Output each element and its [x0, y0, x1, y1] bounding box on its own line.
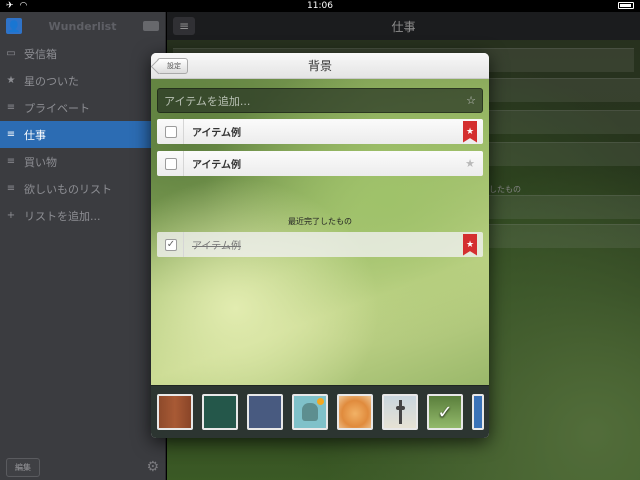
sidebar-item-wishlist[interactable]: ≡ 欲しいものリスト	[0, 175, 165, 202]
avatar[interactable]: 👤	[6, 18, 22, 34]
theme-wood[interactable]	[157, 394, 193, 430]
sidebar-item-label: 欲しいものリスト	[24, 182, 112, 196]
sidebar-list: ▭ 受信箱 ★ 星のついた ≡ プライベート ≡ 仕事 ≡ 買い物 ≡ 欲しいも…	[0, 40, 165, 229]
sidebar-item-work[interactable]: ≡ 仕事	[0, 121, 165, 148]
star-ribbon-icon[interactable]: ★	[463, 233, 477, 256]
sidebar-item-private[interactable]: ≡ プライベート	[0, 94, 165, 121]
star-ribbon-icon[interactable]: ★	[463, 120, 477, 143]
task-label: アイテム例	[192, 128, 241, 139]
checkmark-icon: ✓	[437, 401, 453, 423]
inbox-icon: ▭	[6, 48, 16, 59]
plus-icon: +	[6, 210, 16, 221]
sidebar: 👤 Wunderlist ▭ 受信箱 ★ 星のついた ≡ プライベート ≡ 仕事…	[0, 12, 166, 480]
add-item-placeholder: アイテムを追加...	[164, 94, 251, 108]
background-settings-modal: 設定 背景 アイテムを追加... ☆ アイテム例 ★ アイテム例 ★ 最近完了し…	[151, 53, 489, 438]
modal-title: 背景	[307, 59, 332, 73]
completed-heading: 最近完了したもの	[288, 217, 352, 226]
theme-monster[interactable]	[292, 394, 328, 430]
monster-icon	[302, 403, 318, 421]
tower-icon	[395, 400, 405, 424]
status-bar: ✈ ◠ 11:06	[0, 0, 640, 12]
status-time: 11:06	[307, 1, 333, 11]
divider	[183, 232, 184, 257]
add-item-input[interactable]: アイテムを追加... ☆	[157, 88, 483, 113]
badge-icon	[317, 398, 324, 405]
sidebar-item-starred[interactable]: ★ 星のついた	[0, 67, 165, 94]
completed-task-row[interactable]: ✓ アイテム例 ★	[157, 232, 483, 257]
sidebar-item-label: 星のついた	[24, 74, 79, 88]
sidebar-item-label: 買い物	[24, 155, 57, 169]
sidebar-footer: 編集 ⚙	[0, 454, 165, 480]
sidebar-item-label: リストを追加...	[24, 209, 101, 223]
task-checkbox-checked[interactable]: ✓	[165, 238, 177, 251]
list-icon: ≡	[6, 156, 16, 167]
background-preview: アイテムを追加... ☆ アイテム例 ★ アイテム例 ★ 最近完了したもの ✓ …	[151, 79, 489, 385]
task-checkbox[interactable]	[165, 157, 177, 170]
theme-picker: ✓	[151, 385, 489, 438]
theme-cat[interactable]	[337, 394, 373, 430]
star-icon[interactable]: ★	[465, 157, 475, 170]
task-row[interactable]: アイテム例 ★	[157, 151, 483, 176]
sidebar-item-shopping[interactable]: ≡ 買い物	[0, 148, 165, 175]
sidebar-item-label: 仕事	[24, 128, 46, 142]
list-icon: ≡	[6, 102, 16, 113]
sidebar-item-inbox[interactable]: ▭ 受信箱	[0, 40, 165, 67]
theme-slate-blue[interactable]	[247, 394, 283, 430]
task-row[interactable]: アイテム例 ★	[157, 119, 483, 144]
edit-button[interactable]: 編集	[6, 457, 40, 477]
star-icon[interactable]: ☆	[466, 94, 476, 107]
tag-icon[interactable]	[143, 21, 159, 31]
list-icon: ≡	[6, 129, 16, 140]
theme-blue[interactable]	[472, 394, 484, 430]
sidebar-item-label: プライベート	[24, 101, 90, 115]
task-checkbox[interactable]	[165, 125, 177, 138]
star-icon: ★	[6, 75, 16, 86]
brand-name: Wunderlist	[48, 19, 117, 33]
list-icon: ≡	[6, 183, 16, 194]
theme-tower[interactable]	[382, 394, 418, 430]
sidebar-item-label: 受信箱	[24, 47, 57, 61]
task-label: アイテム例	[192, 241, 241, 252]
theme-grass-selected[interactable]: ✓	[427, 394, 463, 430]
divider	[183, 151, 184, 176]
divider	[183, 119, 184, 144]
gear-icon[interactable]: ⚙	[146, 459, 159, 475]
sidebar-item-add-list[interactable]: + リストを追加...	[0, 202, 165, 229]
sidebar-header: 👤 Wunderlist	[0, 12, 165, 40]
modal-header: 設定 背景	[151, 53, 489, 79]
task-label: アイテム例	[192, 160, 241, 171]
theme-dark-green[interactable]	[202, 394, 238, 430]
